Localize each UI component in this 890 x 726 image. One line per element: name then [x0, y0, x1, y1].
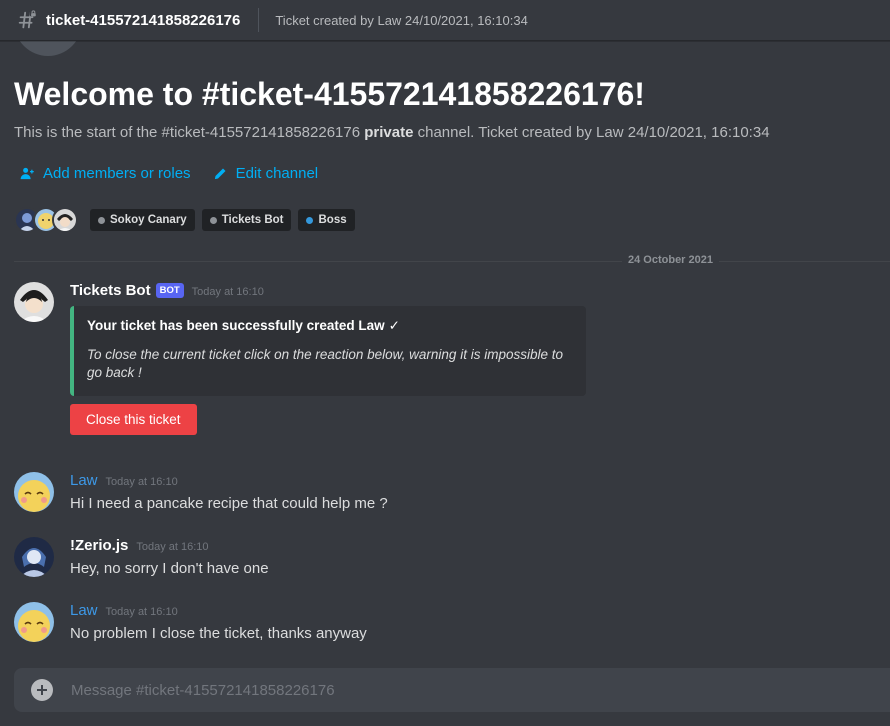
author-name[interactable]: !Zerio.js [70, 537, 128, 554]
author-name[interactable]: Law [70, 472, 98, 489]
message-header: Tickets Bot BOT Today at 16:10 [70, 282, 880, 302]
date-divider-label: 24 October 2021 [622, 254, 719, 266]
message-text: Hi I need a pancake recipe that could he… [70, 495, 388, 512]
welcome-title: Welcome to #ticket-415572141858226176! [14, 76, 645, 112]
avatar[interactable] [14, 472, 54, 512]
avatar[interactable] [14, 602, 54, 642]
check-icon: ✓ [388, 318, 400, 333]
desc-suffix: channel. Ticket created by Law 24/10/202… [413, 124, 770, 141]
avatar[interactable] [14, 537, 54, 577]
channel-header: ticket-415572141858226176 Ticket created… [0, 0, 890, 41]
timestamp: Today at 16:10 [191, 286, 264, 298]
channel-start-description: This is the start of the #ticket-4155721… [14, 124, 770, 141]
author-name[interactable]: Law [70, 602, 98, 619]
add-members-label: Add members or roles [43, 165, 191, 182]
add-members-button[interactable]: Add members or roles [20, 165, 191, 182]
ticket-embed: Your ticket has been successfully create… [70, 306, 586, 396]
upload-plus-button[interactable] [31, 679, 53, 701]
member-name: Tickets Bot [221, 214, 284, 226]
member-pill[interactable]: Boss [298, 209, 355, 231]
message-text: Hey, no sorry I don't have one [70, 560, 269, 577]
message-composer [14, 668, 890, 712]
channel-actions: Add members or roles Edit channel [20, 165, 318, 182]
add-member-icon [20, 167, 34, 180]
desc-bold: private [364, 124, 414, 141]
status-dot [306, 216, 314, 224]
message-text: No problem I close the ticket, thanks an… [70, 625, 367, 642]
plus-icon [37, 685, 47, 695]
message-header: Law Today at 16:10 [70, 602, 880, 622]
close-ticket-button[interactable]: Close this ticket [70, 404, 197, 435]
embed-title-text: Your ticket has been successfully create… [87, 318, 385, 333]
member-avatars[interactable] [14, 207, 78, 233]
edit-channel-button[interactable]: Edit channel [213, 165, 319, 182]
header-divider [258, 8, 260, 32]
private-channel-hash-icon [18, 9, 38, 29]
member-pill[interactable]: Sokoy Canary [90, 209, 195, 231]
avatar [52, 207, 78, 233]
embed-description: To close the current ticket click on the… [87, 347, 563, 380]
timestamp: Today at 16:10 [136, 541, 209, 553]
edit-channel-label: Edit channel [235, 165, 319, 182]
embed-title: Your ticket has been successfully create… [87, 318, 572, 334]
bot-tag: BOT [155, 283, 184, 298]
status-dot [98, 216, 105, 224]
channel-members-row: Sokoy Canary Tickets Bot Boss [14, 207, 362, 233]
timestamp: Today at 16:10 [105, 606, 178, 618]
timestamp: Today at 16:10 [105, 476, 178, 488]
date-divider: 24 October 2021 [14, 254, 890, 266]
pencil-icon [214, 168, 226, 180]
message-body: Tickets Bot BOT Today at 16:10 Your tick… [70, 282, 880, 435]
message-header: !Zerio.js Today at 16:10 [70, 537, 880, 557]
status-dot [209, 216, 217, 224]
message-input[interactable] [69, 680, 890, 700]
desc-prefix: This is the start of the #ticket-4155721… [14, 124, 365, 141]
message-header: Law Today at 16:10 [70, 472, 880, 492]
member-name: Sokoy Canary [110, 214, 187, 226]
channel-title: ticket-415572141858226176 [46, 11, 241, 29]
message-body: Law Today at 16:10 Hi I need a pancake r… [70, 472, 880, 512]
avatar[interactable] [14, 282, 54, 322]
channel-topic[interactable]: Ticket created by Law 24/10/2021, 16:10:… [275, 13, 527, 28]
message-body: !Zerio.js Today at 16:10 Hey, no sorry I… [70, 537, 880, 577]
member-name: Boss [318, 214, 347, 226]
author-name[interactable]: Tickets Bot [70, 282, 151, 299]
member-pill[interactable]: Tickets Bot [201, 209, 292, 231]
message-body: Law Today at 16:10 No problem I close th… [70, 602, 880, 642]
